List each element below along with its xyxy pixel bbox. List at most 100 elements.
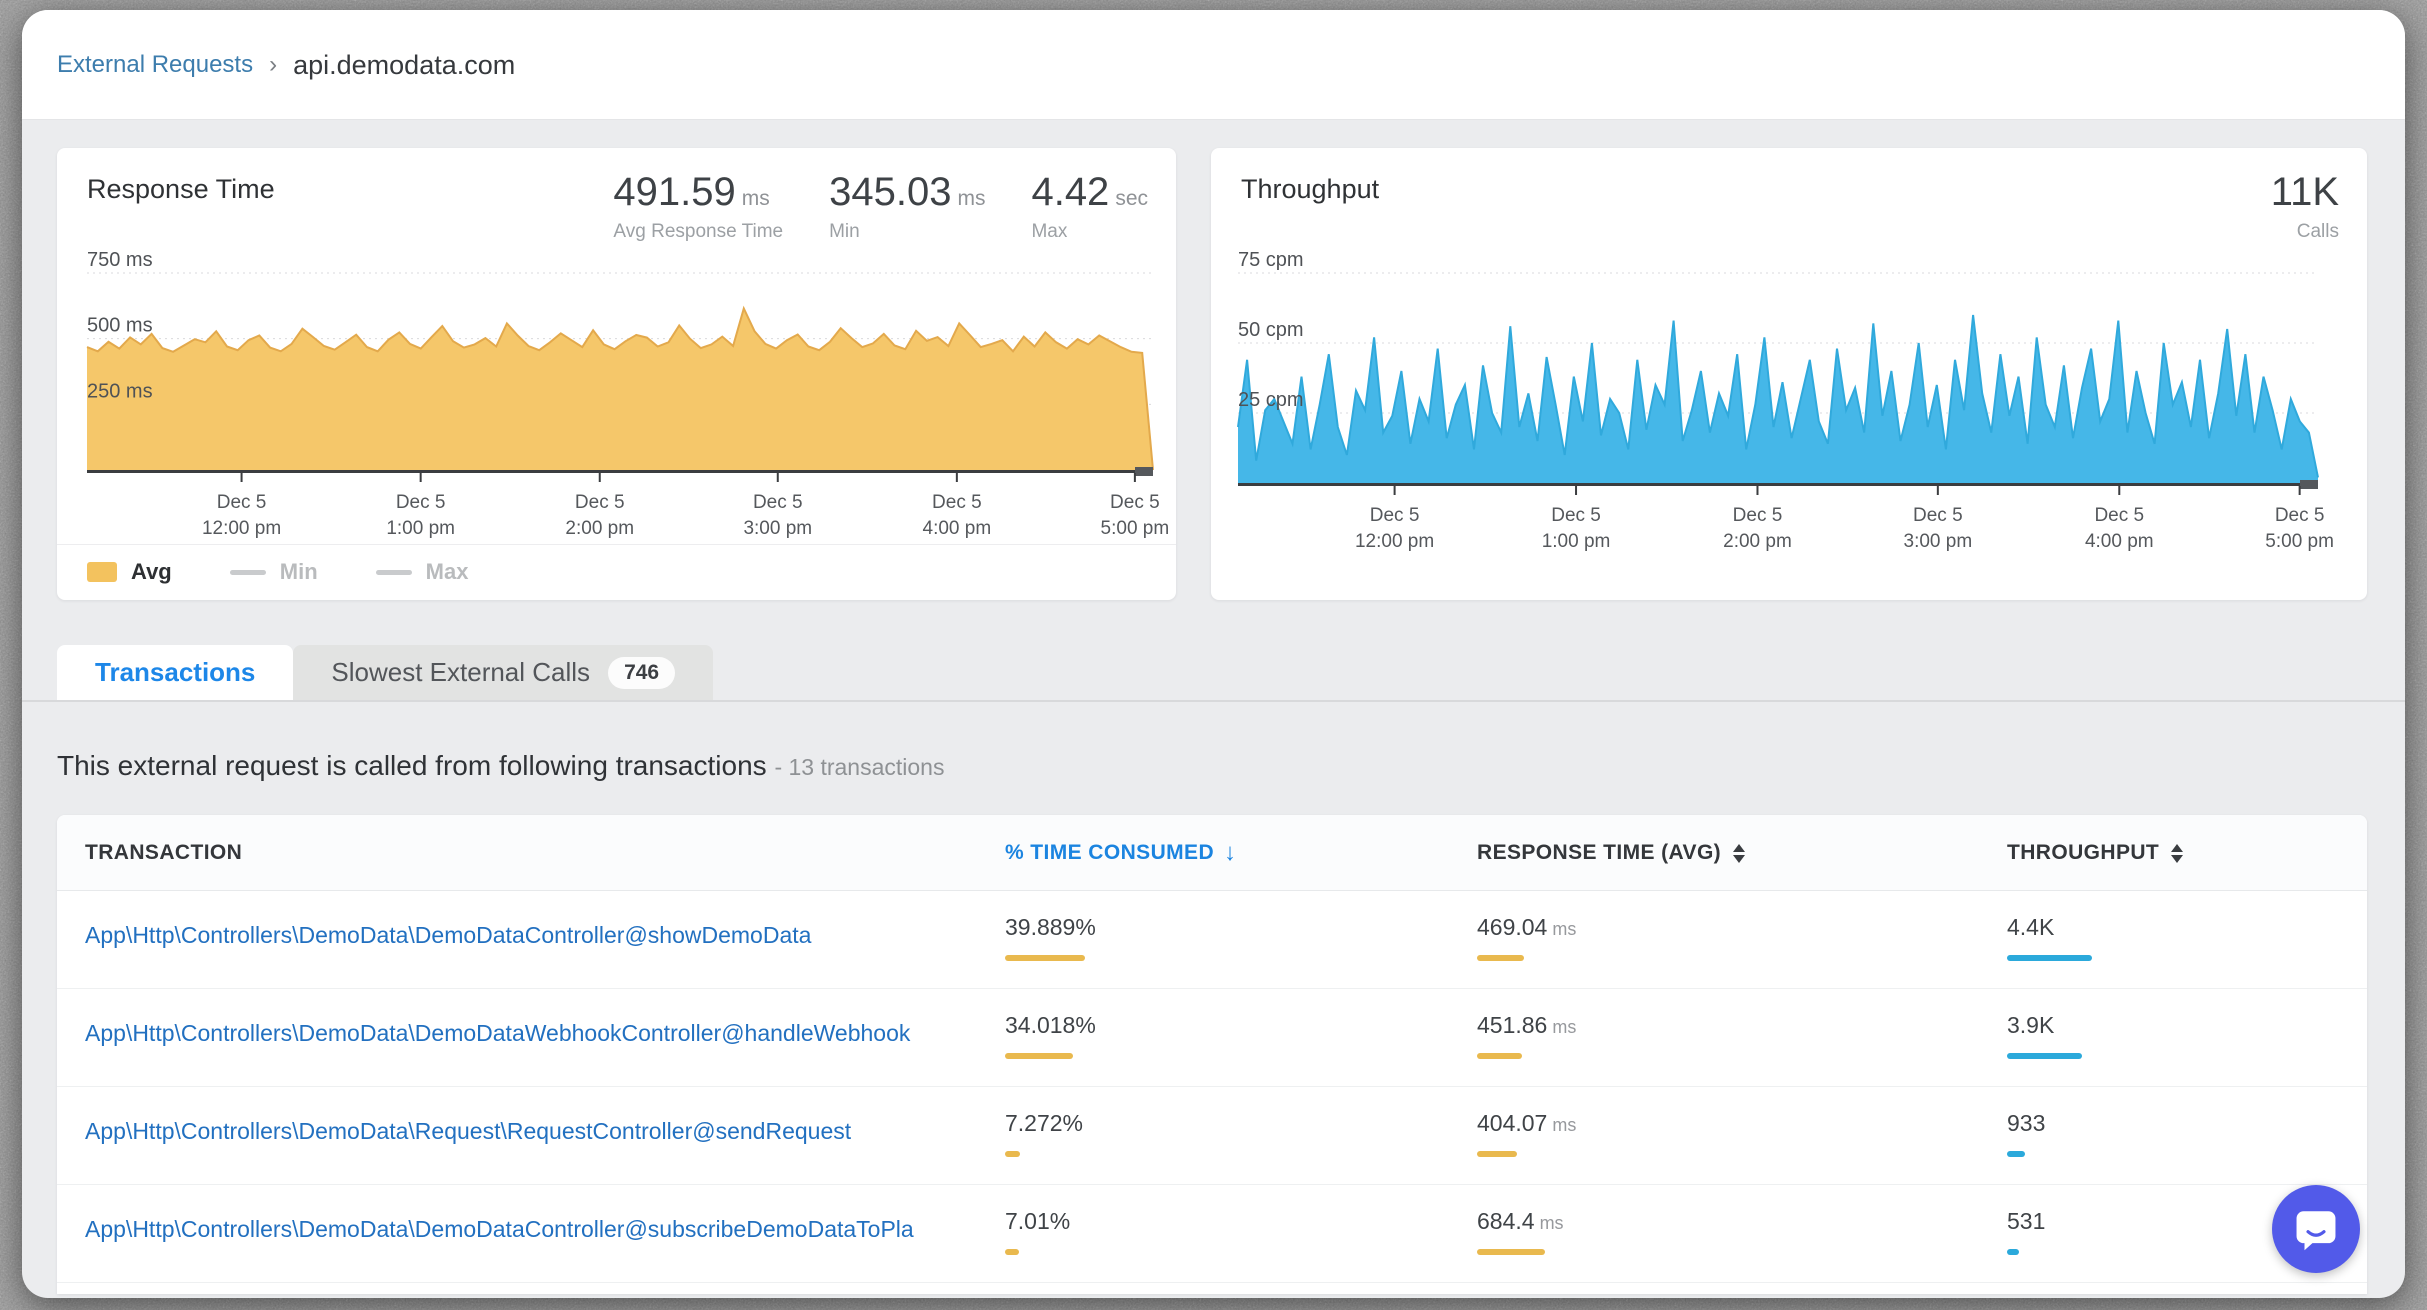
cell-value: 531 bbox=[2007, 1208, 2045, 1235]
svg-text:4:00 pm: 4:00 pm bbox=[2085, 531, 2154, 552]
breadcrumb: External Requests › api.demodata.com bbox=[57, 10, 515, 120]
section-title-text: This external request is called from fol… bbox=[57, 750, 767, 781]
table-header: TRANSACTION % TIME CONSUMED↓ RESPONSE TI… bbox=[57, 815, 2367, 891]
svg-text:5:00 pm: 5:00 pm bbox=[1101, 518, 1170, 539]
value-bar bbox=[1477, 1151, 1517, 1157]
transaction-link[interactable]: App\Http\Controllers\DemoData\DemoDataCo… bbox=[85, 922, 811, 949]
section-title: This external request is called from fol… bbox=[57, 750, 944, 782]
svg-text:2:00 pm: 2:00 pm bbox=[565, 518, 634, 539]
table-row: App\Http\Controllers\DemoData\DemoDataCo… bbox=[57, 1185, 2367, 1283]
transaction-link[interactable]: App\Http\Controllers\DemoData\Request\Re… bbox=[85, 1118, 851, 1145]
value-bar bbox=[2007, 1151, 2025, 1157]
transaction-count: - 13 transactions bbox=[774, 754, 944, 780]
svg-text:1:00 pm: 1:00 pm bbox=[386, 518, 455, 539]
svg-text:75 cpm: 75 cpm bbox=[1238, 249, 1304, 271]
svg-text:750 ms: 750 ms bbox=[87, 249, 153, 271]
svg-text:2:00 pm: 2:00 pm bbox=[1723, 531, 1792, 552]
column-header-time-consumed[interactable]: % TIME CONSUMED↓ bbox=[1005, 815, 1236, 891]
legend-item-avg[interactable]: Avg bbox=[87, 559, 172, 585]
cell-unit: ms bbox=[1552, 1115, 1576, 1135]
value-bar bbox=[1005, 1053, 1073, 1059]
cell-unit: ms bbox=[1540, 1213, 1564, 1233]
sort-desc-icon: ↓ bbox=[1224, 839, 1236, 867]
sort-both-icon bbox=[1733, 844, 1745, 863]
tab-count-badge: 746 bbox=[608, 657, 675, 689]
svg-text:Dec 5: Dec 5 bbox=[1110, 492, 1160, 513]
legend-label: Min bbox=[280, 559, 318, 585]
svg-text:4:00 pm: 4:00 pm bbox=[923, 518, 992, 539]
cell-unit: ms bbox=[1552, 1017, 1576, 1037]
svg-text:Dec 5: Dec 5 bbox=[217, 492, 267, 513]
svg-text:25 cpm: 25 cpm bbox=[1238, 389, 1304, 411]
cell-value: 684.4ms bbox=[1477, 1208, 1564, 1235]
tab-slowest-external-calls[interactable]: Slowest External Calls 746 bbox=[293, 645, 713, 700]
svg-text:500 ms: 500 ms bbox=[87, 315, 153, 337]
top-bar: External Requests › api.demodata.com bbox=[22, 10, 2405, 120]
table-row: App\Http\Controllers\DemoData\DemoDataCo… bbox=[57, 891, 2367, 989]
transactions-table: TRANSACTION % TIME CONSUMED↓ RESPONSE TI… bbox=[57, 815, 2367, 1294]
sort-both-icon bbox=[2171, 844, 2183, 863]
chevron-right-icon: › bbox=[269, 51, 277, 79]
svg-text:3:00 pm: 3:00 pm bbox=[743, 518, 812, 539]
svg-text:Dec 5: Dec 5 bbox=[2094, 505, 2144, 526]
value-bar bbox=[1477, 1053, 1522, 1059]
value-bar bbox=[2007, 1249, 2019, 1255]
svg-text:3:00 pm: 3:00 pm bbox=[1904, 531, 1973, 552]
throughput-chart: 75 cpm 50 cpm 25 cpm Dec 5 12:00 pm Dec 5 1:00… bbox=[1211, 148, 2367, 600]
avg-swatch-icon bbox=[87, 562, 117, 582]
cell-value: 7.272% bbox=[1005, 1110, 1083, 1137]
chat-button[interactable] bbox=[2272, 1185, 2360, 1273]
cell-value: 4.4K bbox=[2007, 914, 2054, 941]
svg-text:250 ms: 250 ms bbox=[87, 380, 153, 402]
table-row: App\Http\Controllers\DemoData\Request\Re… bbox=[57, 1087, 2367, 1185]
response-time-legend: Avg Min Max bbox=[57, 544, 1176, 585]
tab-label: Transactions bbox=[95, 657, 255, 688]
value-bar bbox=[2007, 1053, 2082, 1059]
svg-text:Dec 5: Dec 5 bbox=[2275, 505, 2325, 526]
tab-transactions[interactable]: Transactions bbox=[57, 645, 293, 700]
throughput-card: Throughput 11K Calls 75 cpm50 cpm25 cpmD… bbox=[1211, 148, 2367, 600]
transaction-link[interactable]: App\Http\Controllers\DemoData\DemoDataCo… bbox=[85, 1216, 914, 1243]
svg-text:Dec 5: Dec 5 bbox=[753, 492, 803, 513]
chat-bubble-icon bbox=[2293, 1206, 2339, 1252]
max-line-icon bbox=[376, 570, 412, 575]
cell-value: 34.018% bbox=[1005, 1012, 1096, 1039]
tab-label: Slowest External Calls bbox=[331, 657, 590, 688]
column-header-transaction: TRANSACTION bbox=[85, 815, 242, 891]
transaction-link[interactable]: App\Http\Controllers\DemoData\DemoDataWe… bbox=[85, 1020, 910, 1047]
cell-value: 451.86ms bbox=[1477, 1012, 1576, 1039]
tab-bar: Transactions Slowest External Calls 746 bbox=[57, 645, 713, 700]
legend-label: Avg bbox=[131, 559, 172, 585]
svg-text:Dec 5: Dec 5 bbox=[575, 492, 625, 513]
cell-value: 3.9K bbox=[2007, 1012, 2054, 1039]
app-window: External Requests › api.demodata.com Res… bbox=[22, 10, 2405, 1298]
breadcrumb-link-external-requests[interactable]: External Requests bbox=[57, 51, 253, 79]
column-header-response-time[interactable]: RESPONSE TIME (AVG) bbox=[1477, 815, 1745, 891]
cell-value: 7.01% bbox=[1005, 1208, 1070, 1235]
cell-value: 933 bbox=[2007, 1110, 2045, 1137]
column-header-throughput[interactable]: THROUGHPUT bbox=[2007, 815, 2183, 891]
value-bar bbox=[1005, 1249, 1019, 1255]
svg-text:50 cpm: 50 cpm bbox=[1238, 319, 1304, 341]
svg-text:12:00 pm: 12:00 pm bbox=[1355, 531, 1434, 552]
cell-value: 39.889% bbox=[1005, 914, 1096, 941]
svg-text:Dec 5: Dec 5 bbox=[1913, 505, 1963, 526]
value-bar bbox=[2007, 955, 2092, 961]
response-time-chart: 750 ms500 ms250 msDec 512:00 pmDec 51:00… bbox=[57, 148, 1176, 544]
svg-text:1:00 pm: 1:00 pm bbox=[1542, 531, 1611, 552]
cell-value: 404.07ms bbox=[1477, 1110, 1576, 1137]
legend-item-max[interactable]: Max bbox=[376, 559, 469, 585]
value-bar bbox=[1005, 1151, 1020, 1157]
tabs-divider bbox=[22, 700, 2405, 702]
value-bar bbox=[1477, 1249, 1545, 1255]
svg-text:Dec 5: Dec 5 bbox=[396, 492, 446, 513]
svg-text:Dec 5: Dec 5 bbox=[1733, 505, 1783, 526]
svg-text:Dec 5: Dec 5 bbox=[932, 492, 982, 513]
legend-item-min[interactable]: Min bbox=[230, 559, 318, 585]
breadcrumb-current: api.demodata.com bbox=[293, 50, 515, 81]
value-bar bbox=[1477, 955, 1524, 961]
response-time-card: Response Time 491.59ms Avg Response Time… bbox=[57, 148, 1176, 600]
legend-label: Max bbox=[426, 559, 469, 585]
svg-text:5:00 pm: 5:00 pm bbox=[2265, 531, 2334, 552]
svg-text:Dec 5: Dec 5 bbox=[1370, 505, 1420, 526]
